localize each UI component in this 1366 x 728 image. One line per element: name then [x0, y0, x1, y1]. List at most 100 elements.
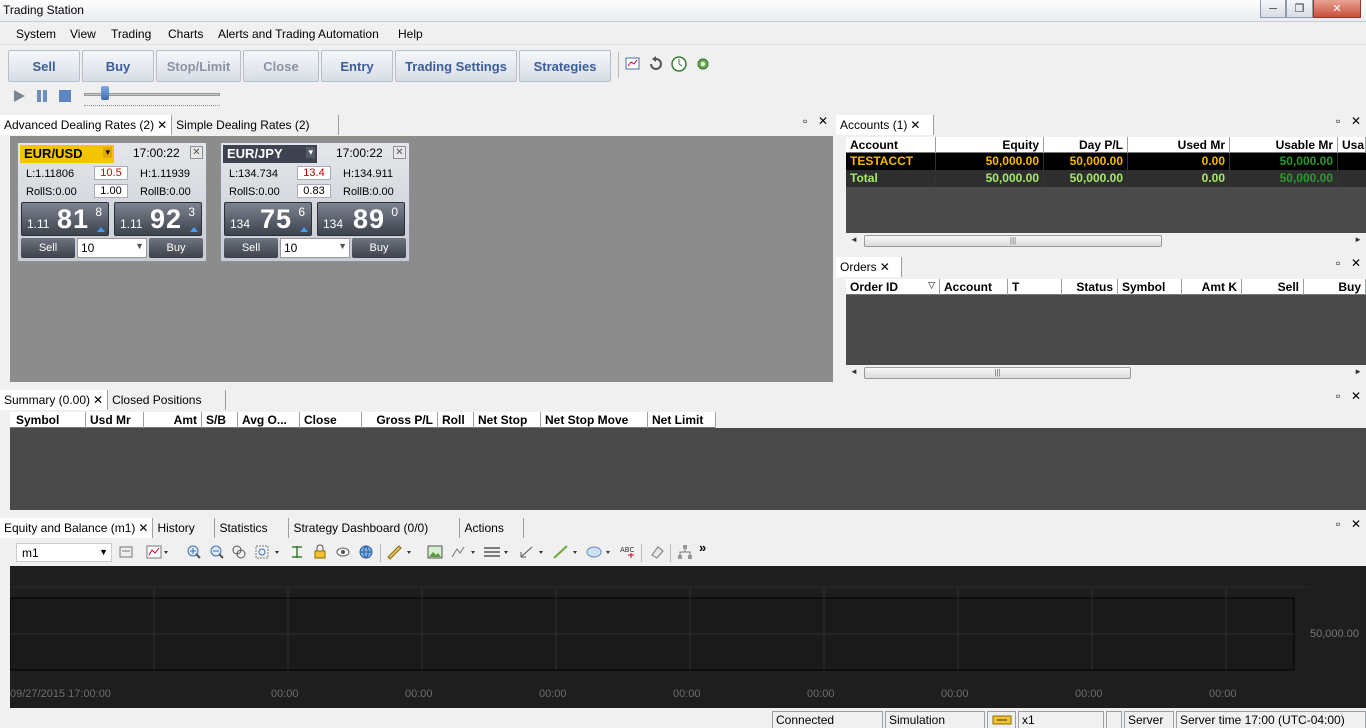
menu-charts[interactable]: Charts — [168, 27, 203, 41]
tab-accounts[interactable]: Accounts (1) ✕ — [836, 115, 934, 135]
speed-button[interactable] — [987, 711, 1016, 728]
gear-icon[interactable] — [694, 55, 712, 73]
close-tab-icon[interactable]: ✕ — [93, 393, 103, 407]
orders-hscroll[interactable]: ◄ ||| ► — [846, 365, 1366, 381]
tab-closed-positions[interactable]: Closed Positions — [108, 390, 227, 410]
ticket-sell-button[interactable]: Sell — [224, 238, 278, 258]
tab-statistics[interactable]: Statistics — [215, 518, 290, 538]
ticket-close-icon[interactable]: ✕ — [190, 146, 203, 159]
tab-history[interactable]: History — [153, 518, 216, 538]
accounts-hscroll[interactable]: ◄ ||| ► — [846, 233, 1366, 249]
menu-help[interactable]: Help — [398, 27, 423, 41]
scroll-right-icon[interactable]: ► — [1354, 235, 1362, 244]
ticket-amount-select[interactable]: 10 ▼ — [280, 238, 350, 258]
ticket-sell-button[interactable]: Sell — [21, 238, 75, 258]
chart-window-icon[interactable] — [624, 55, 642, 73]
refresh-icon[interactable] — [647, 55, 665, 73]
close-panel-icon[interactable]: ✕ — [1351, 389, 1361, 403]
minimize-button[interactable]: ─ — [1260, 0, 1286, 18]
maximize-panel-icon[interactable]: ▫ — [1336, 517, 1340, 531]
ticket-buy-button[interactable]: Buy — [149, 238, 203, 258]
zoom-region-icon[interactable] — [254, 544, 282, 560]
hierarchy-icon[interactable] — [677, 544, 693, 560]
entry-button[interactable]: Entry — [321, 50, 393, 82]
menu-trading[interactable]: Trading — [111, 27, 151, 41]
buy-button[interactable]: Buy — [82, 50, 154, 82]
tab-equity-balance[interactable]: Equity and Balance (m1) ✕ — [0, 518, 154, 538]
strategies-button[interactable]: Strategies — [519, 50, 611, 82]
close-panel-icon[interactable]: ✕ — [1351, 114, 1361, 128]
close-panel-icon[interactable]: ✕ — [1351, 517, 1361, 531]
table-row[interactable]: Total 50,000.00 50,000.00 0.00 50,000.00 — [846, 170, 1366, 187]
close-tab-icon[interactable]: ✕ — [138, 521, 148, 535]
clock-icon[interactable] — [670, 55, 688, 73]
close-tab-icon[interactable]: ✕ — [880, 260, 890, 274]
crosshair-icon[interactable] — [289, 544, 305, 560]
close-tab-icon[interactable]: ✕ — [910, 118, 920, 132]
close-position-button[interactable]: Close — [243, 50, 319, 82]
ticket-amount-select[interactable]: 10 ▼ — [77, 238, 147, 258]
sell-price-button[interactable]: 1.11 81 8 — [21, 202, 109, 236]
ellipse-tool-icon[interactable] — [585, 544, 615, 560]
ticket-symbol[interactable]: EUR/USD ▾ — [20, 145, 114, 163]
tab-strategy-dashboard[interactable]: Strategy Dashboard (0/0) — [289, 518, 461, 538]
menu-view[interactable]: View — [70, 27, 96, 41]
chevron-down-icon[interactable]: ▾ — [103, 147, 112, 158]
close-panel-icon[interactable]: ✕ — [1351, 256, 1361, 270]
scroll-right-icon[interactable]: ► — [1354, 367, 1362, 376]
ticket-close-icon[interactable]: ✕ — [393, 146, 406, 159]
equity-chart[interactable]: 50,000.00 09/27/2015 17:00:00 00:00 00:0… — [10, 566, 1366, 708]
trading-settings-button[interactable]: Trading Settings — [395, 50, 517, 82]
tab-simple-dealing-rates[interactable]: Simple Dealing Rates (2) — [172, 115, 340, 135]
scroll-left-icon[interactable]: ◄ — [850, 235, 858, 244]
pause-icon[interactable] — [34, 88, 50, 104]
scroll-left-icon[interactable]: ◄ — [850, 367, 858, 376]
zoom-out-icon[interactable] — [209, 544, 225, 560]
stop-limit-button[interactable]: Stop/Limit — [156, 50, 241, 82]
visibility-icon[interactable] — [335, 544, 351, 560]
stop-icon[interactable] — [57, 88, 73, 104]
close-button[interactable]: ✕ — [1313, 0, 1361, 18]
tab-actions[interactable]: Actions — [460, 518, 525, 538]
maximize-panel-icon[interactable]: ▫ — [803, 114, 807, 128]
lines-style-icon[interactable] — [482, 544, 512, 560]
menu-system[interactable]: System — [16, 27, 56, 41]
indicators-icon[interactable] — [450, 544, 478, 560]
ruler-icon[interactable] — [386, 544, 414, 560]
eraser-icon[interactable] — [649, 544, 665, 560]
buy-price-button[interactable]: 1.11 92 3 — [114, 202, 202, 236]
maximize-panel-icon[interactable]: ▫ — [1336, 389, 1340, 403]
trend-line-icon[interactable] — [552, 544, 582, 560]
maximize-panel-icon[interactable]: ▫ — [1336, 256, 1340, 270]
tab-advanced-dealing-rates[interactable]: Advanced Dealing Rates (2) ✕ — [0, 115, 173, 135]
tab-summary[interactable]: Summary (0.00) ✕ — [0, 390, 109, 410]
zoom-in-icon[interactable] — [186, 544, 202, 560]
play-icon[interactable] — [11, 88, 27, 104]
chart-type-icon[interactable] — [146, 544, 170, 560]
sell-button[interactable]: Sell — [8, 50, 80, 82]
zoom-fit-icon[interactable] — [231, 544, 247, 560]
close-tab-icon[interactable]: ✕ — [157, 118, 167, 132]
ticket-buy-button[interactable]: Buy — [352, 238, 406, 258]
scroll-thumb[interactable]: ||| — [864, 235, 1162, 247]
maximize-button[interactable]: ❐ — [1286, 0, 1313, 18]
ticket-symbol[interactable]: EUR/JPY ▾ — [223, 145, 317, 163]
buy-price-button[interactable]: 134 89 0 — [317, 202, 405, 236]
scroll-thumb[interactable]: ||| — [864, 367, 1131, 379]
text-tool-icon[interactable]: ABC — [620, 544, 636, 560]
maximize-panel-icon[interactable]: ▫ — [1336, 114, 1340, 128]
menu-alerts-automation[interactable]: Alerts and Trading Automation — [218, 27, 379, 41]
table-row[interactable]: TESTACCT 50,000.00 50,000.00 0.00 50,000… — [846, 153, 1366, 170]
tab-orders[interactable]: Orders ✕ — [836, 257, 902, 277]
close-panel-icon[interactable]: ✕ — [818, 114, 828, 128]
globe-icon[interactable] — [358, 544, 374, 560]
timeframe-select[interactable]: m1 ▼ — [16, 543, 112, 562]
more-tools-button[interactable]: » — [699, 540, 706, 555]
chevron-down-icon[interactable]: ▾ — [306, 147, 315, 158]
speed-slider-handle[interactable] — [101, 86, 109, 100]
image-icon[interactable] — [427, 544, 443, 560]
arrow-tool-icon[interactable] — [518, 544, 548, 560]
sell-price-button[interactable]: 134 75 6 — [224, 202, 312, 236]
chart-properties-icon[interactable] — [118, 544, 134, 560]
lock-icon[interactable] — [312, 544, 328, 560]
